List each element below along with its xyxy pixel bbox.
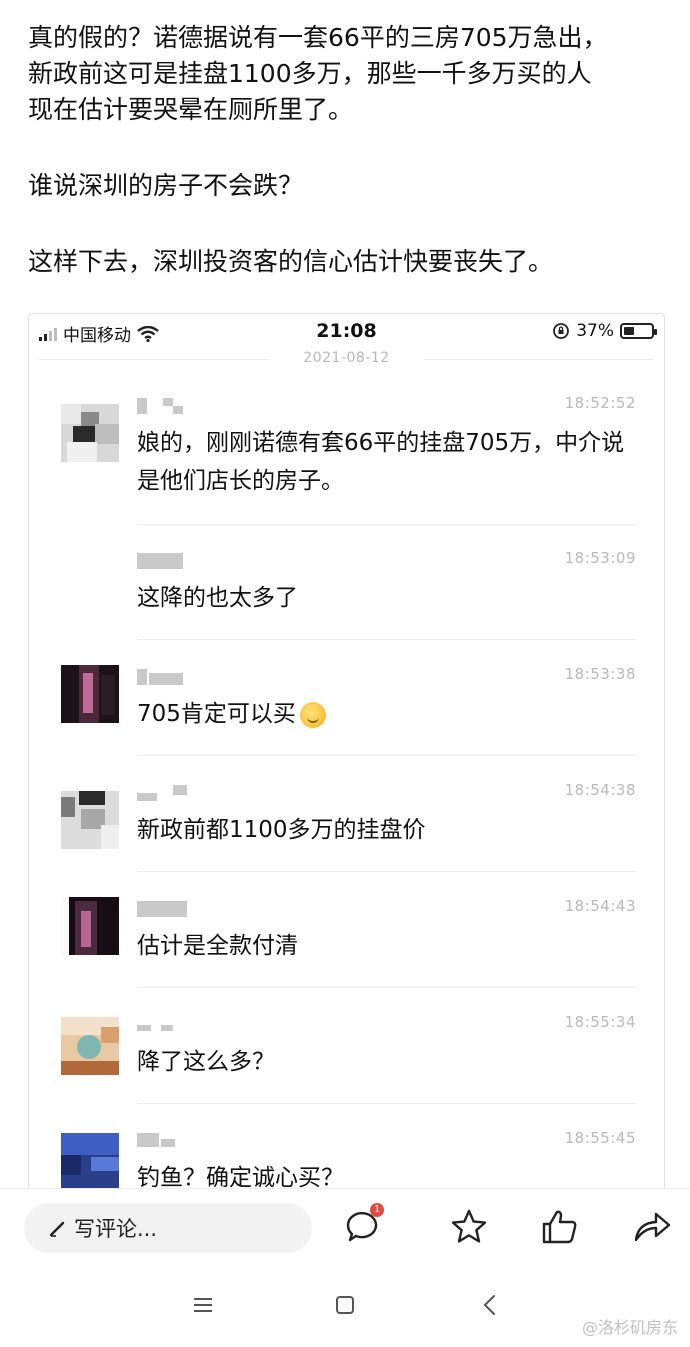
- laughing-emoji-icon: [299, 701, 326, 728]
- star-icon[interactable]: [449, 1207, 489, 1247]
- sender-name: [137, 1017, 177, 1033]
- status-bar: 中国移动 21:08 37%: [29, 314, 664, 352]
- message-text: 估计是全款付清: [137, 933, 298, 959]
- pencil-icon: [49, 1221, 65, 1237]
- message-time: 18:54:43: [564, 897, 636, 915]
- message-text: 娘的，刚刚诺德有套66平的挂盘705万，中介说是他们店长的房子。: [137, 430, 625, 494]
- avatar: [61, 404, 119, 462]
- post-line: 真的假的？诺德据说有一套66平的三房705万急出，: [28, 23, 608, 52]
- home-icon[interactable]: [330, 1290, 360, 1320]
- post-line: 现在估计要哭晕在厕所里了。: [28, 95, 354, 124]
- avatar: [61, 791, 119, 849]
- message-time: 18:53:38: [564, 665, 636, 683]
- write-comment-input[interactable]: 写评论...: [24, 1203, 312, 1253]
- post-line: 谁说深圳的房子不会跌？: [28, 171, 304, 200]
- sender-name: [137, 553, 183, 569]
- back-icon[interactable]: [475, 1290, 505, 1320]
- sender-name: [137, 669, 183, 685]
- write-comment-placeholder: 写评论...: [74, 1217, 158, 1241]
- post-line: 新政前这可是挂盘1100多万，那些一千多万买的人: [28, 59, 592, 88]
- post-line: 这样下去，深圳投资客的信心估计快要丧失了。: [28, 247, 554, 276]
- sender-name: [137, 785, 187, 801]
- sender-name: [137, 901, 187, 917]
- system-nav-bar: @洛杉矶房东: [0, 1262, 690, 1347]
- avatar: [61, 897, 119, 955]
- message-text-value: 705肯定可以买: [137, 701, 296, 727]
- battery-percent: 37%: [576, 321, 614, 341]
- rotation-lock-icon: [553, 323, 570, 339]
- message-text: 705肯定可以买: [137, 695, 636, 733]
- battery-icon: [620, 323, 657, 339]
- avatar: [61, 1017, 119, 1075]
- like-icon[interactable]: [540, 1207, 580, 1247]
- message-text: 新政前都1100多万的挂盘价: [137, 817, 426, 843]
- message-time: 18:52:52: [564, 394, 636, 412]
- avatar: [61, 665, 119, 723]
- message-time: 18:55:34: [564, 1013, 636, 1031]
- post-text: 真的假的？诺德据说有一套66平的三房705万急出， 新政前这可是挂盘1100多万…: [28, 20, 668, 280]
- message-text: 降了这么多？: [137, 1049, 275, 1075]
- avatar: [61, 1133, 119, 1191]
- chat-date-divider: 2021-08-12: [29, 350, 664, 368]
- action-bar: 写评论... 1: [0, 1188, 690, 1263]
- menu-icon[interactable]: [188, 1290, 218, 1320]
- message-time: 18:55:45: [564, 1129, 636, 1147]
- chat-date: 2021-08-12: [303, 350, 390, 366]
- comment-count-badge: 1: [370, 1203, 384, 1217]
- chat-screenshot: 中国移动 21:08 37% 2021-08-12 18:52:52 娘的，刚刚…: [28, 313, 665, 1195]
- watermark: @洛杉矶房东: [581, 1318, 678, 1337]
- share-icon[interactable]: [632, 1207, 672, 1247]
- message-time: 18:53:09: [564, 549, 636, 567]
- sender-name: [137, 398, 187, 414]
- message-time: 18:54:38: [564, 781, 636, 799]
- message-text: 这降的也太多了: [137, 585, 298, 611]
- sender-name: [137, 1133, 177, 1149]
